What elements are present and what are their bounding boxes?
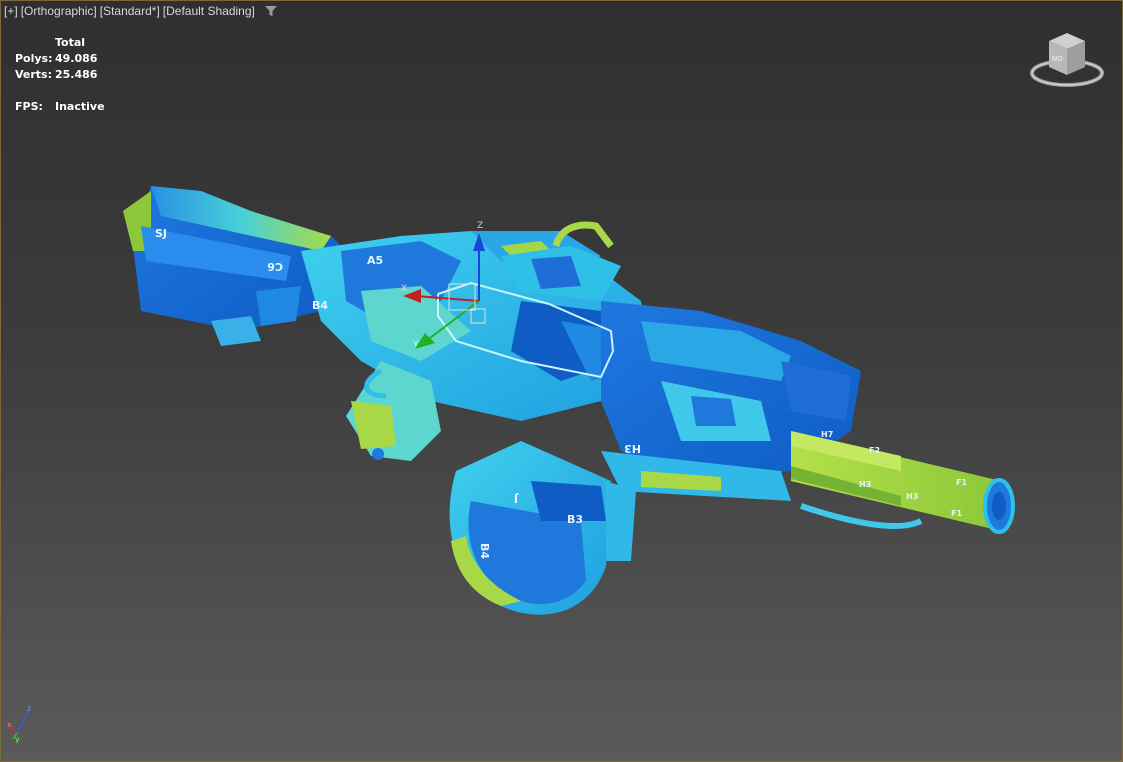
- decal-label: H3: [624, 442, 641, 455]
- weapon-model[interactable]: A5 B4 C6 SJ J B3 B4 H3 H7 H3 F1 F1 H3 F2: [1, 1, 1122, 761]
- tripod-y-label: y: [15, 735, 20, 743]
- decal-label: B4: [312, 299, 328, 312]
- tripod-x-label: x: [7, 720, 12, 729]
- suppressor-part: [791, 431, 1015, 534]
- decal-label: A5: [367, 254, 383, 267]
- decal-label: F1: [951, 509, 962, 518]
- decal-label: F2: [869, 446, 880, 455]
- decal-label: J: [514, 492, 519, 505]
- decal-label: H3: [859, 480, 871, 489]
- decal-label: B4: [478, 543, 491, 559]
- viewport[interactable]: [+] [Orthographic] [Standard*] [Default …: [0, 0, 1123, 762]
- gizmo-x-label: X: [401, 284, 407, 294]
- axis-tripod-icon: z x y: [7, 703, 37, 744]
- decal-label: SJ: [155, 227, 167, 240]
- gizmo-z-label: Z: [477, 221, 483, 231]
- drum-magazine-part: [449, 441, 636, 615]
- tripod-z-label: z: [27, 704, 31, 713]
- decal-label: H3: [906, 492, 918, 501]
- decal-label: C6: [267, 260, 283, 273]
- gizmo-y-label: Y: [412, 340, 419, 350]
- decal-label: F1: [956, 478, 967, 487]
- decal-label: B3: [567, 513, 583, 526]
- decal-label: H7: [821, 430, 833, 439]
